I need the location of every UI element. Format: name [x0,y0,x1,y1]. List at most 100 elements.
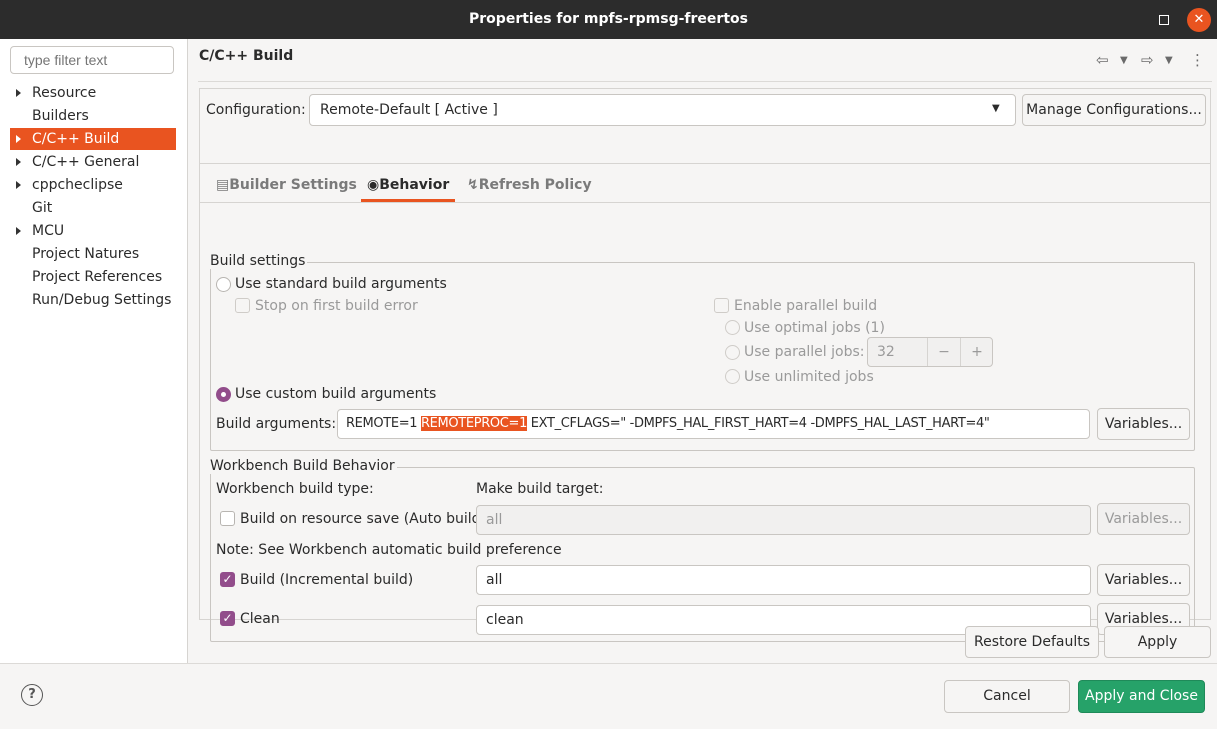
build-args-label: Build arguments: [216,416,337,432]
cancel-button[interactable]: Cancel [944,680,1070,713]
workbench-title: Workbench Build Behavior [210,458,397,474]
expand-arrow-icon[interactable] [16,181,21,189]
make-target-label: Make build target: [476,481,604,497]
tree-item-project-references[interactable]: Project References [10,266,176,288]
build-settings-title: Build settings [210,253,308,269]
dialog-button-bar: ? Cancel Apply and Close [0,663,1217,729]
tree-item-label: Project References [32,269,163,285]
window-title: Properties for mpfs-rpmsg-freertos [469,11,748,27]
back-arrow-icon[interactable]: ⇦ [1096,51,1109,69]
incremental-variables-button[interactable]: Variables... [1097,564,1190,596]
tab-behavior[interactable]: ◉Behavior [361,172,456,202]
standard-args-label: Use standard build arguments [235,276,447,292]
tab-label: Builder Settings [229,177,357,193]
tree-item-git[interactable]: Git [10,197,176,219]
header-divider [198,81,1212,82]
standard-args-radio[interactable] [216,277,231,292]
configuration-select[interactable]: Remote-Default [ Active ] ▼ [309,94,1016,126]
refresh-policy-icon: ↯ [467,177,479,193]
restore-defaults-button[interactable]: Restore Defaults [965,626,1099,658]
behavior-icon: ◉ [367,177,380,193]
tree-item-label: Project Natures [32,246,140,262]
enable-parallel-label: Enable parallel build [734,298,878,314]
tree-item-label: C/C++ General [32,154,140,170]
build-args-prefix: REMOTE=1 [346,416,421,431]
minus-icon[interactable]: − [927,338,960,366]
parallel-jobs-radio[interactable] [725,345,740,360]
close-button[interactable]: ✕ [1187,8,1211,32]
incremental-build-checkbox[interactable]: ✓ [220,572,235,587]
help-icon[interactable]: ? [21,684,43,706]
enable-parallel-checkbox[interactable] [714,298,729,313]
tree-item-builders[interactable]: Builders [10,105,176,127]
optimal-jobs-label: Use optimal jobs (1) [744,320,885,336]
configuration-label: Configuration: [206,102,306,118]
expand-arrow-icon[interactable] [16,227,21,235]
tree-item-project-natures[interactable]: Project Natures [10,243,176,265]
auto-build-variables-button[interactable]: Variables... [1097,503,1190,535]
plus-icon[interactable]: + [960,338,992,366]
custom-args-radio[interactable] [216,387,231,402]
tree-item-label: Resource [32,85,97,101]
tree-item-mcu[interactable]: MCU [10,220,176,242]
tree-item-run-debug-settings[interactable]: Run/Debug Settings [10,289,176,311]
more-options-icon[interactable]: ⋮ [1190,51,1205,69]
workbench-note: Note: See Workbench automatic build pref… [216,542,562,558]
tab-builder-settings[interactable]: ▤Builder Settings [216,172,357,202]
build-args-selection: REMOTEPROC=1 [421,416,527,431]
parallel-jobs-stepper[interactable]: 32 − + [867,337,993,367]
optimal-jobs-radio[interactable] [725,320,740,335]
property-page: C/C++ Build ⇦ ▼ ⇨ ▼ ⋮ Configuration: Rem… [188,39,1217,663]
unlimited-jobs-radio[interactable] [725,369,740,384]
parallel-jobs-value: 32 [877,344,895,360]
category-sidebar: Resource Builders C/C++ Build C/C++ General… [0,39,188,663]
tree-item-label: C/C++ Build [32,131,120,147]
tree-item-c-c-build[interactable]: C/C++ Build [10,128,176,150]
tree-item-resource[interactable]: Resource [10,82,176,104]
title-bar: Properties for mpfs-rpmsg-freertos ✕ [0,0,1217,39]
tree-item-cppcheclipse[interactable]: cppcheclipse [10,174,176,196]
tree-item-c-c-general[interactable]: C/C++ General [10,151,176,173]
tab-folder: ▤Builder Settings ◉Behavior ↯Refresh Pol… [199,163,1211,642]
builder-settings-icon: ▤ [216,177,230,193]
configuration-value: Remote-Default [ Active ] [320,102,498,118]
tab-divider [200,202,1210,203]
properties-dialog: Properties for mpfs-rpmsg-freertos ✕ Res… [0,0,1217,729]
apply-button[interactable]: Apply [1104,626,1211,658]
expand-arrow-icon[interactable] [16,135,21,143]
expand-arrow-icon[interactable] [16,158,21,166]
apply-and-close-button[interactable]: Apply and Close [1078,680,1205,713]
build-type-label: Workbench build type: [216,481,374,497]
close-icon: ✕ [1193,12,1205,27]
forward-arrow-icon[interactable]: ⇨ [1141,51,1154,69]
tree-item-label: Builders [32,108,89,124]
page-title: C/C++ Build [199,48,294,64]
custom-args-label: Use custom build arguments [235,386,437,402]
incremental-build-target-input[interactable]: all [476,565,1091,595]
maximize-icon [1159,15,1169,25]
tree-item-label: Git [32,200,53,216]
tree-item-label: cppcheclipse [32,177,123,193]
manage-configurations-button[interactable]: Manage Configurations... [1022,94,1206,126]
auto-build-target-input[interactable]: all [476,505,1091,535]
unlimited-jobs-label: Use unlimited jobs [744,369,874,385]
forward-dropdown-icon[interactable]: ▼ [1165,55,1173,66]
filter-input[interactable] [10,46,174,74]
auto-build-label: Build on resource save (Auto build) [240,511,487,527]
clean-checkbox[interactable]: ✓ [220,611,235,626]
checkmark-icon: ✓ [222,572,233,586]
stop-first-error-label: Stop on first build error [255,298,418,314]
clean-label: Clean [240,611,280,627]
build-args-input[interactable]: REMOTE=1 REMOTEPROC=1 EXT_CFLAGS=" -DMPF… [337,409,1090,439]
build-args-variables-button[interactable]: Variables... [1097,408,1190,440]
tab-label: Behavior [379,177,450,193]
tab-refresh-policy[interactable]: ↯Refresh Policy [467,172,592,202]
build-args-suffix: EXT_CFLAGS=" -DMPFS_HAL_FIRST_HART=4 -DM… [527,416,990,431]
stop-first-error-checkbox[interactable] [235,298,250,313]
expand-arrow-icon[interactable] [16,89,21,97]
chevron-down-icon: ▼ [992,103,1000,114]
maximize-button[interactable] [1152,8,1176,32]
tree-item-label: Run/Debug Settings [32,292,172,308]
back-dropdown-icon[interactable]: ▼ [1120,55,1128,66]
auto-build-checkbox[interactable] [220,511,235,526]
